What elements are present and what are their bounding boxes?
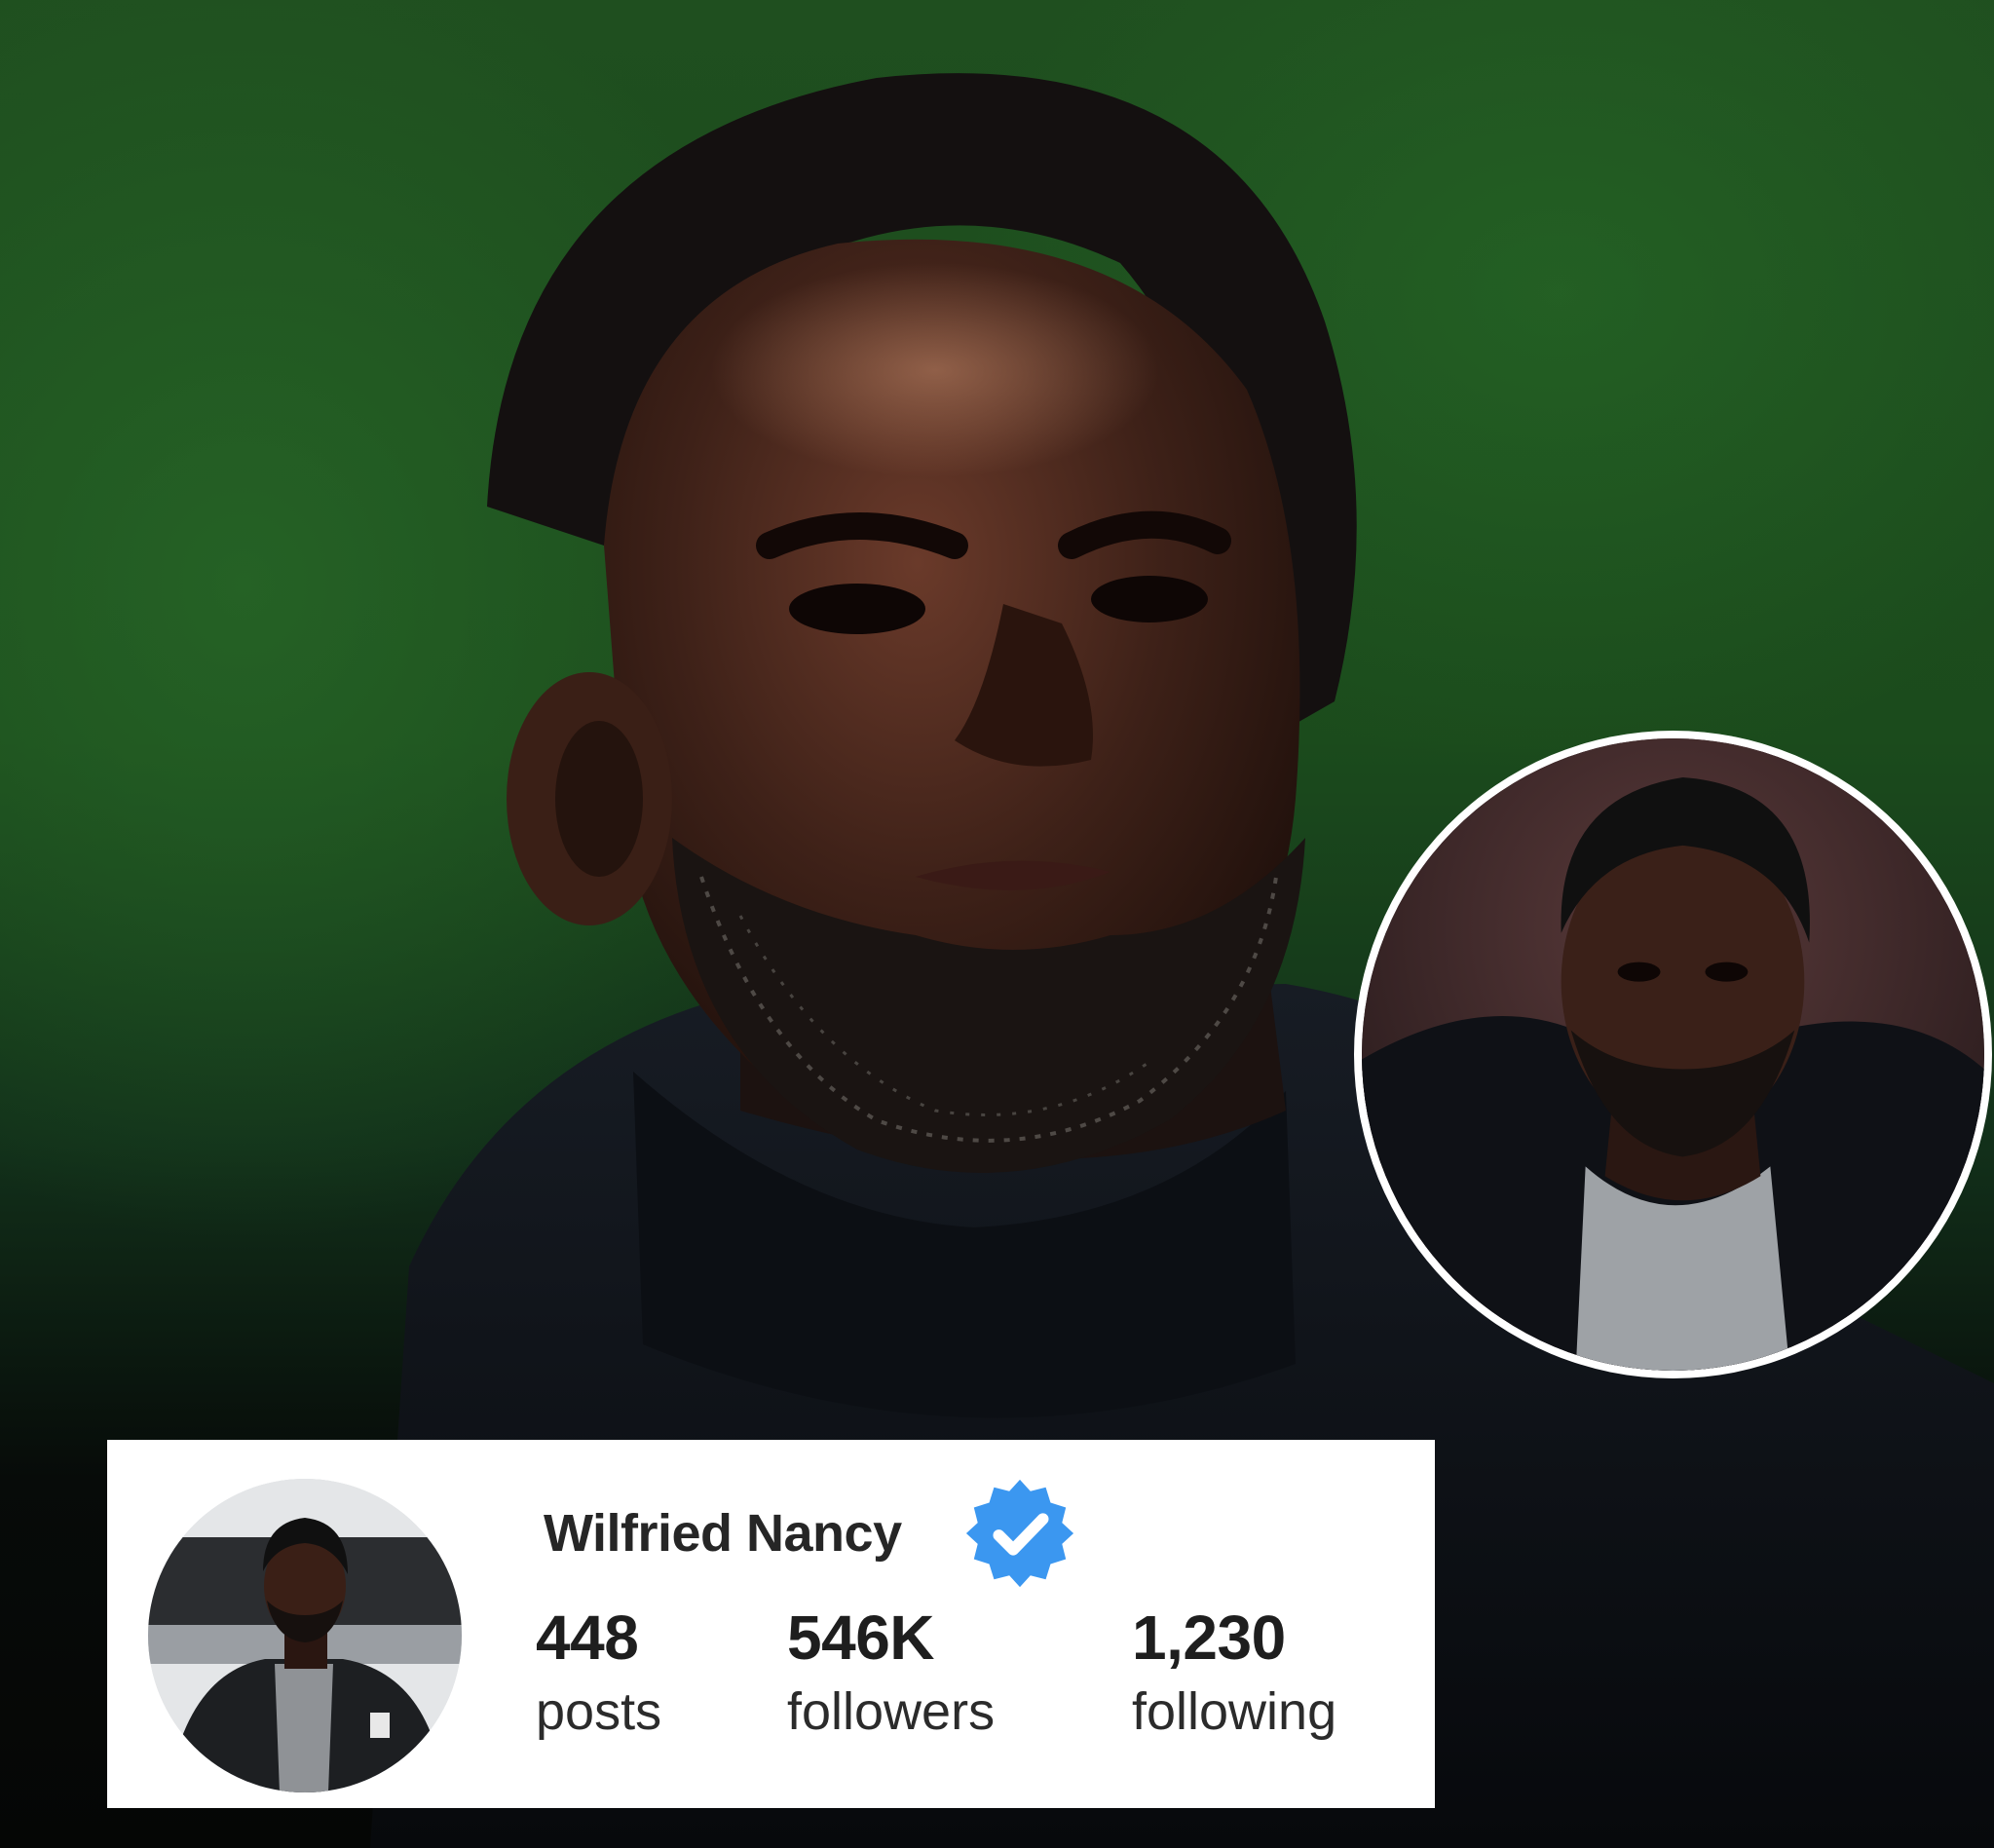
name-row: Wilfried Nancy — [544, 1479, 1077, 1588]
followers-label: followers — [787, 1682, 996, 1741]
followers-count: 546K — [787, 1603, 935, 1673]
following-label: following — [1132, 1682, 1337, 1741]
posts-count: 448 — [536, 1603, 639, 1673]
following-count: 1,230 — [1132, 1603, 1286, 1673]
profile-avatar[interactable] — [148, 1479, 462, 1792]
stat-posts[interactable]: 448 posts — [536, 1600, 661, 1748]
posts-label: posts — [536, 1682, 662, 1741]
post-image: Wilfried Nancy 448 posts 546K followers … — [0, 0, 1994, 1848]
inset-portrait-photo — [1354, 731, 1992, 1378]
verified-badge-icon — [962, 1476, 1077, 1591]
profile-name[interactable]: Wilfried Nancy — [544, 1503, 902, 1564]
stat-followers[interactable]: 546K followers — [787, 1600, 995, 1748]
stat-following[interactable]: 1,230 following — [1132, 1600, 1336, 1748]
profile-card: Wilfried Nancy 448 posts 546K followers … — [107, 1440, 1435, 1808]
